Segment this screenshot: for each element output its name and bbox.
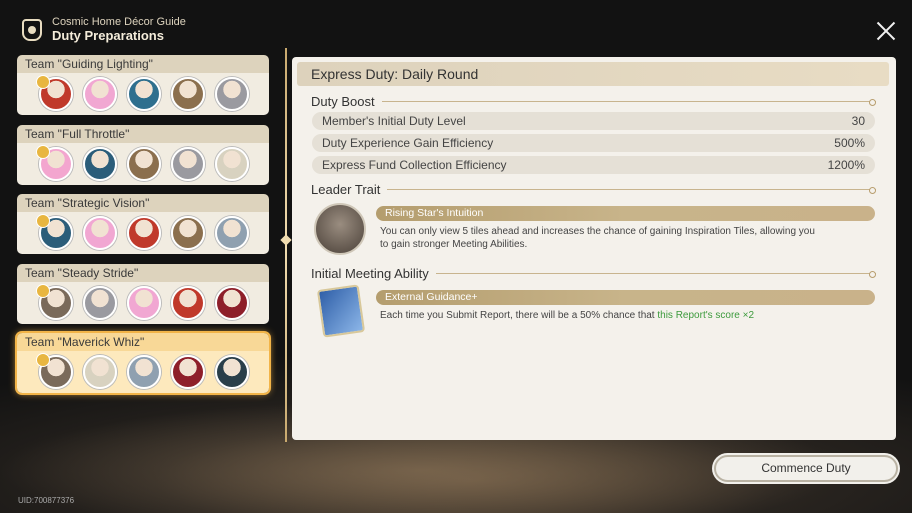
- team-card[interactable]: Team "Full Throttle": [17, 124, 269, 185]
- meeting-ability-desc: Each time you Submit Report, there will …: [380, 310, 880, 323]
- meeting-ability-highlight: this Report's score ×2: [657, 310, 755, 321]
- leader-avatar: [36, 214, 73, 250]
- meeting-ability-name-bar: External Guidance+: [376, 290, 875, 305]
- guide-emblem-icon: [22, 18, 42, 41]
- member-avatar: [171, 216, 205, 250]
- member-avatar: [171, 77, 205, 111]
- team-avatars: [36, 283, 261, 320]
- team-name: Team "Steady Stride": [25, 265, 139, 280]
- team-avatars: [36, 144, 261, 181]
- team-avatars: [36, 353, 261, 389]
- member-avatar: [83, 77, 117, 111]
- member-avatar: [83, 216, 117, 250]
- leader-trait-desc-line2: to gain stronger Meeting Abilities.: [380, 239, 528, 250]
- divider: [285, 48, 287, 442]
- team-name: Team "Full Throttle": [25, 126, 130, 141]
- member-avatar: [127, 355, 161, 389]
- meeting-ability-heading: Initial Meeting Ability: [311, 266, 877, 281]
- meeting-ability-desc-text: Each time you Submit Report, there will …: [380, 310, 658, 321]
- stat-label: Express Fund Collection Efficiency: [322, 158, 507, 172]
- page-header: Cosmic Home Décor Guide Duty Preparation…: [22, 16, 186, 43]
- duty-boost-heading: Duty Boost: [311, 94, 877, 109]
- panel-title: Express Duty: Daily Round: [297, 62, 889, 86]
- stat-label: Member's Initial Duty Level: [322, 114, 466, 128]
- uid-label: UID:700877376: [18, 496, 75, 505]
- team-card[interactable]: Team "Guiding Lighting": [17, 55, 269, 115]
- member-avatar: [127, 77, 161, 111]
- member-avatar: [171, 355, 205, 389]
- leader-avatar: [36, 353, 73, 389]
- leader-avatar: [36, 144, 73, 181]
- team-card[interactable]: Team "Maverick Whiz": [17, 333, 269, 393]
- leader-portrait-icon: [314, 203, 366, 255]
- member-avatar: [127, 216, 161, 250]
- stat-row: Member's Initial Duty Level 30: [312, 112, 875, 130]
- leader-trait-desc-line1: You can only view 5 tiles ahead and incr…: [380, 226, 815, 237]
- member-avatar: [215, 355, 249, 389]
- leader-avatar: [36, 283, 73, 320]
- team-card[interactable]: Team "Steady Stride": [17, 263, 269, 324]
- member-avatar: [215, 285, 249, 320]
- team-name: Team "Strategic Vision": [25, 196, 150, 210]
- meeting-ability-label: Initial Meeting Ability: [311, 266, 429, 281]
- duty-detail-panel: Express Duty: Daily Round Duty Boost Mem…: [292, 57, 896, 440]
- member-avatar: [127, 285, 161, 320]
- member-avatar: [215, 146, 249, 181]
- header-subtitle: Cosmic Home Décor Guide: [52, 16, 186, 28]
- stat-row: Duty Experience Gain Efficiency 500%: [312, 134, 875, 152]
- duty-boost-label: Duty Boost: [311, 94, 375, 109]
- member-avatar: [171, 285, 205, 320]
- leader-trait-heading: Leader Trait: [311, 182, 876, 197]
- member-avatar: [83, 355, 117, 389]
- stat-value: 500%: [834, 136, 865, 150]
- member-avatar: [127, 146, 161, 181]
- team-avatars: [36, 214, 261, 250]
- team-name: Team "Maverick Whiz": [25, 335, 145, 349]
- report-card-icon: [316, 284, 366, 338]
- team-avatars: [36, 75, 261, 111]
- team-list: Team "Guiding Lighting" Team "Full Thrott…: [17, 55, 269, 403]
- leader-trait-name-bar: Rising Star's Intuition: [376, 206, 875, 221]
- commence-duty-button[interactable]: Commence Duty: [714, 455, 898, 482]
- member-avatar: [215, 77, 249, 111]
- leader-trait-label: Leader Trait: [311, 182, 381, 197]
- page-title: Duty Preparations: [52, 28, 164, 43]
- member-avatar: [83, 146, 117, 181]
- leader-avatar: [36, 75, 73, 111]
- team-card[interactable]: Team "Strategic Vision": [17, 194, 269, 254]
- member-avatar: [215, 216, 249, 250]
- member-avatar: [171, 146, 205, 181]
- team-name: Team "Guiding Lighting": [25, 57, 153, 71]
- stat-label: Duty Experience Gain Efficiency: [322, 136, 494, 150]
- stat-value: 30: [851, 114, 865, 128]
- close-icon[interactable]: [876, 21, 896, 41]
- stat-value: 1200%: [827, 158, 865, 172]
- stat-row: Express Fund Collection Efficiency 1200%: [312, 156, 875, 174]
- member-avatar: [83, 285, 117, 320]
